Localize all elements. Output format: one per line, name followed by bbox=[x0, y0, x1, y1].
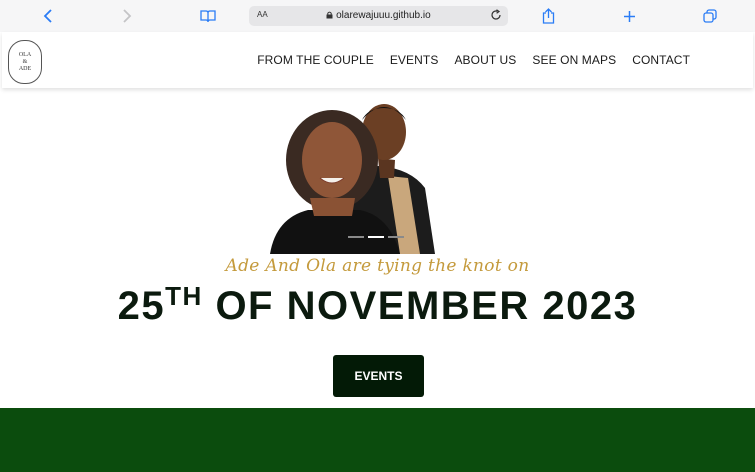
new-tab-icon[interactable] bbox=[619, 6, 639, 26]
nav-contact[interactable]: CONTACT bbox=[632, 53, 690, 67]
bookmarks-icon[interactable] bbox=[198, 6, 218, 26]
carousel-dot[interactable] bbox=[388, 236, 404, 238]
tabs-icon[interactable] bbox=[700, 6, 720, 26]
url-text: olarewajuuu.github.io bbox=[336, 10, 431, 21]
nav-about-us[interactable]: ABOUT US bbox=[454, 53, 516, 67]
nav-events[interactable]: EVENTS bbox=[390, 53, 439, 67]
carousel-dot[interactable] bbox=[348, 236, 364, 238]
hero-tagline: Ade And Ola are tying the knot on bbox=[225, 256, 530, 276]
green-section bbox=[0, 408, 755, 472]
forward-icon[interactable] bbox=[117, 6, 137, 26]
reload-icon[interactable] bbox=[490, 9, 502, 24]
address-bar[interactable]: AA olarewajuuu.github.io bbox=[249, 6, 508, 26]
couple-photo bbox=[260, 98, 460, 254]
carousel-indicators bbox=[348, 236, 404, 238]
site-header: OLA & ADE FROM THE COUPLE EVENTS ABOUT U… bbox=[2, 32, 753, 88]
nav-from-the-couple[interactable]: FROM THE COUPLE bbox=[257, 53, 374, 67]
browser-toolbar: AA olarewajuuu.github.io bbox=[0, 0, 755, 32]
main-nav: FROM THE COUPLE EVENTS ABOUT US SEE ON M… bbox=[257, 53, 690, 67]
site-logo[interactable]: OLA & ADE bbox=[8, 40, 42, 84]
back-icon[interactable] bbox=[38, 6, 58, 26]
lock-icon bbox=[326, 11, 333, 19]
nav-see-on-maps[interactable]: SEE ON MAPS bbox=[532, 53, 616, 67]
carousel-dot-active[interactable] bbox=[368, 236, 384, 238]
events-button[interactable]: EVENTS bbox=[333, 355, 424, 397]
wedding-date: 25TH OF NOVEMBER 2023 bbox=[117, 281, 638, 328]
share-icon[interactable] bbox=[538, 6, 558, 26]
